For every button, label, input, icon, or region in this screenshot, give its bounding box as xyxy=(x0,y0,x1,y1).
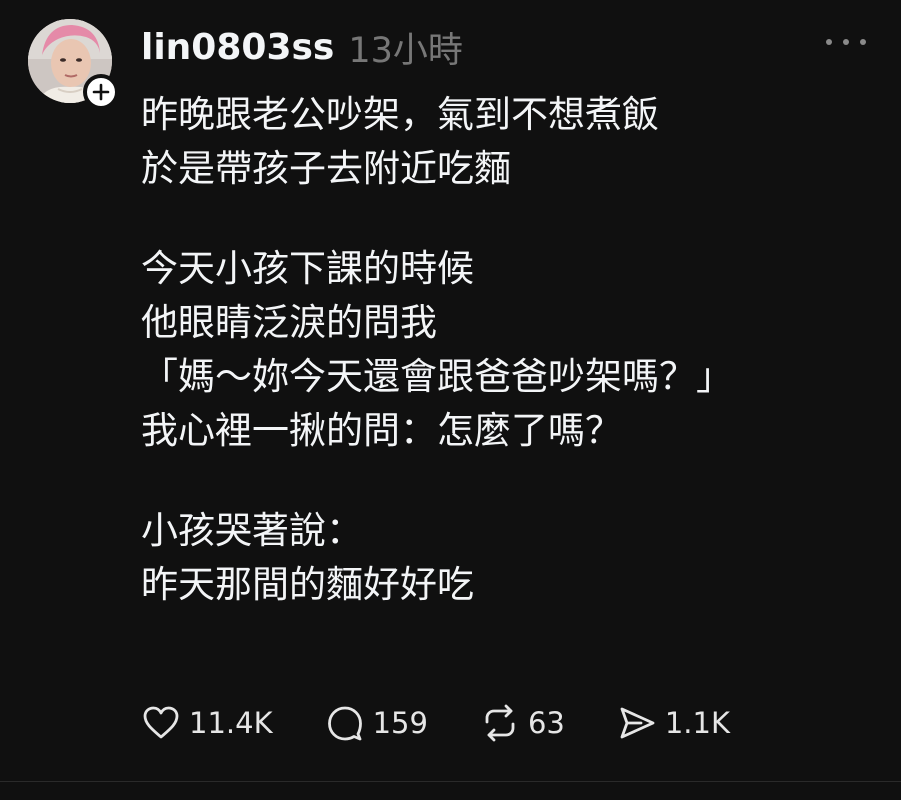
send-icon xyxy=(620,707,655,739)
more-dot-icon xyxy=(826,39,832,45)
heart-icon xyxy=(143,706,179,739)
post-header: lin0803ss 13小時 xyxy=(141,22,463,72)
post-line: 小孩哭著說： xyxy=(141,509,363,552)
like-button[interactable]: 11.4K xyxy=(141,703,273,743)
post-line: 他眼睛泛淚的問我 xyxy=(141,301,437,344)
more-dot-icon xyxy=(860,39,866,45)
post-line: 「媽～妳今天還會跟爸爸吵架嗎？」 xyxy=(141,355,733,398)
like-count: 11.4K xyxy=(189,706,273,740)
post-paragraph: 昨晚跟老公吵架，氣到不想煮飯 於是帶孩子去附近吃麵 xyxy=(141,88,881,196)
reply-button[interactable]: 159 xyxy=(325,703,428,743)
repost-count: 63 xyxy=(527,706,565,740)
follow-button[interactable] xyxy=(83,74,119,110)
action-bar: 11.4K 159 63 1.1K xyxy=(141,700,782,746)
thread-post: lin0803ss 13小時 昨晚跟老公吵架，氣到不想煮飯 於是帶孩子去附近吃麵… xyxy=(0,0,901,800)
post-body: 昨晚跟老公吵架，氣到不想煮飯 於是帶孩子去附近吃麵 今天小孩下課的時候 他眼睛泛… xyxy=(141,88,881,658)
timestamp: 13小時 xyxy=(348,30,463,71)
repost-button[interactable]: 63 xyxy=(480,703,565,743)
comment-icon xyxy=(327,706,362,741)
share-button[interactable]: 1.1K xyxy=(617,703,730,743)
share-count: 1.1K xyxy=(664,706,730,740)
post-paragraph: 今天小孩下課的時候 他眼睛泛淚的問我 「媽～妳今天還會跟爸爸吵架嗎？」 我心裡一… xyxy=(141,242,881,458)
post-line: 昨晚跟老公吵架，氣到不想煮飯 xyxy=(141,93,659,136)
plus-icon xyxy=(92,83,110,101)
more-options-button[interactable] xyxy=(826,34,866,50)
post-paragraph: 小孩哭著說： 昨天那間的麵好好吃 xyxy=(141,504,881,612)
reply-count: 159 xyxy=(372,706,428,740)
avatar-container[interactable] xyxy=(28,19,119,110)
post-line: 於是帶孩子去附近吃麵 xyxy=(141,147,511,190)
post-line: 昨天那間的麵好好吃 xyxy=(141,563,474,606)
more-dot-icon xyxy=(843,39,849,45)
post-line: 今天小孩下課的時候 xyxy=(141,247,474,290)
repost-icon xyxy=(485,704,515,742)
username[interactable]: lin0803ss xyxy=(141,27,334,68)
post-divider xyxy=(0,781,901,782)
post-line: 我心裡一揪的問：怎麼了嗎？ xyxy=(141,409,622,452)
